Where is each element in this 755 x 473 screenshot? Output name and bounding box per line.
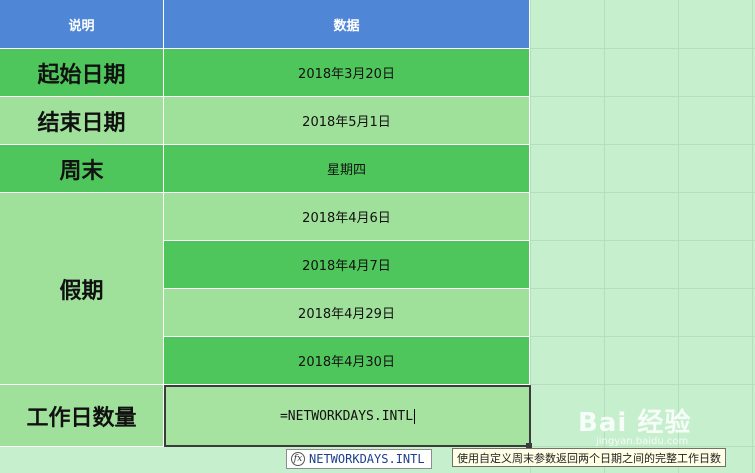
value-start-date[interactable]: 2018年3月20日 [164, 49, 530, 97]
label-holidays[interactable]: 假期 [0, 193, 164, 385]
label-end-date[interactable]: 结束日期 [0, 97, 164, 145]
header-cell-description[interactable]: 说明 [0, 0, 164, 49]
label-start-date[interactable]: 起始日期 [0, 49, 164, 97]
value-holiday-3[interactable]: 2018年4月29日 [164, 289, 530, 337]
formula-text: =NETWORKDAYS.INTL [279, 408, 414, 424]
text-cursor [414, 408, 416, 424]
watermark-sub-text: jingyan.baidu.com [596, 436, 689, 447]
formula-input-cell[interactable]: =NETWORKDAYS.INTL [164, 385, 531, 447]
watermark-main-text: Bai 经验 [578, 408, 692, 438]
grid-line [530, 240, 755, 241]
grid-line [530, 384, 755, 385]
spreadsheet: 说明 数据 起始日期 2018年3月20日 结束日期 2018年5月1日 周末 … [0, 0, 755, 473]
baidu-jingyan-watermark: Bai 经验 jingyan.baidu.com [578, 402, 692, 447]
label-weekend[interactable]: 周末 [0, 145, 164, 193]
autocomplete-function-name: NETWORKDAYS.INTL [309, 452, 425, 466]
grid-line [530, 192, 755, 193]
grid-line [530, 144, 755, 145]
grid-line [530, 288, 755, 289]
grid-line [752, 0, 753, 473]
value-holiday-2[interactable]: 2018年4月7日 [164, 241, 530, 289]
grid-line [530, 96, 755, 97]
function-icon: fx [291, 452, 305, 466]
grid-line [530, 48, 755, 49]
grid-line [530, 336, 755, 337]
value-holiday-1[interactable]: 2018年4月6日 [164, 193, 530, 241]
label-workday-count[interactable]: 工作日数量 [0, 385, 164, 447]
autocomplete-description: 使用自定义周末参数返回两个日期之间的完整工作日数 [452, 448, 726, 467]
autocomplete-suggestion[interactable]: fx NETWORKDAYS.INTL [286, 449, 432, 469]
header-cell-data[interactable]: 数据 [164, 0, 530, 49]
value-weekend[interactable]: 星期四 [164, 145, 530, 193]
value-holiday-4[interactable]: 2018年4月30日 [164, 337, 530, 385]
value-end-date[interactable]: 2018年5月1日 [164, 97, 530, 145]
